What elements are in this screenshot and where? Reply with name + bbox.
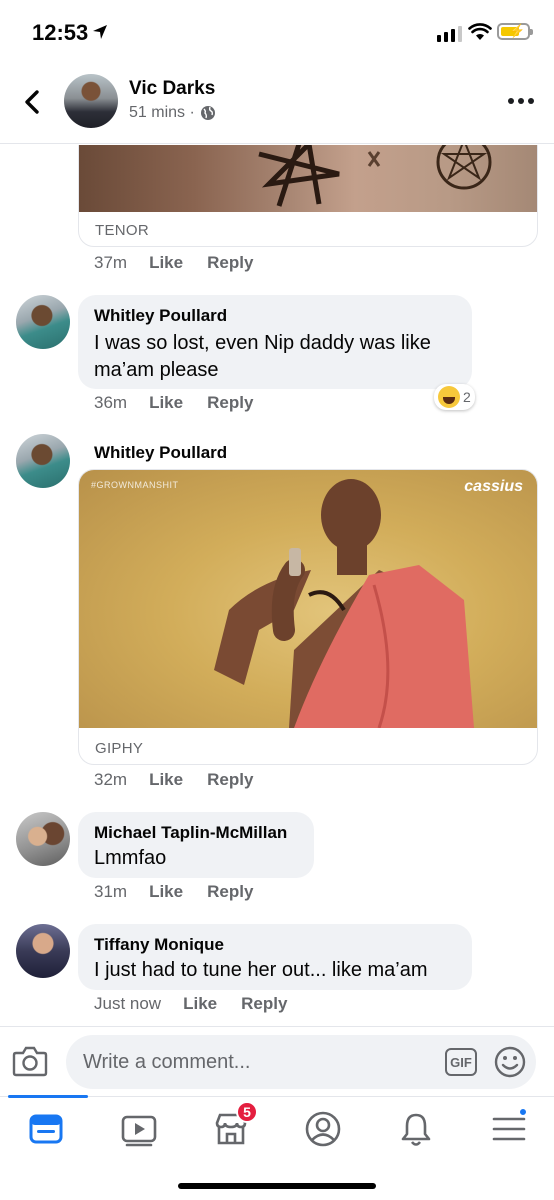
reply-button[interactable]: Reply: [241, 994, 287, 1014]
status-time: 12:53: [32, 20, 89, 45]
comment-bubble[interactable]: Michael Taplin-McMillan Lmmfao: [78, 812, 314, 878]
comment-time: 36m: [94, 393, 128, 412]
globe-icon: [200, 106, 215, 120]
comment-author[interactable]: Whitley Poullard: [94, 443, 227, 463]
reaction-count[interactable]: 2: [434, 384, 475, 410]
comment-composer: GIF: [0, 1026, 554, 1096]
post-meta: 51 mins ·: [129, 104, 216, 122]
emoji-icon[interactable]: [494, 1046, 526, 1078]
comment-time: 31m: [94, 882, 128, 901]
profile-icon[interactable]: [303, 1109, 343, 1149]
status-bar: 12:53 ⚡: [0, 0, 554, 62]
gif-source-label: TENOR: [95, 222, 149, 239]
giphy-gif-image[interactable]: #GROWNMANSHIT cassius: [79, 470, 537, 728]
back-arrow-icon[interactable]: [18, 84, 48, 120]
comment-actions: Just now Like Reply: [94, 994, 311, 1014]
watch-icon[interactable]: [119, 1109, 159, 1149]
like-button[interactable]: Like: [183, 994, 217, 1014]
comment-bubble[interactable]: Whitley Poullard I was so lost, even Nip…: [78, 295, 472, 389]
comment-actions: 36m Like Reply: [94, 393, 277, 413]
like-button[interactable]: Like: [149, 770, 183, 790]
wifi-icon: [468, 23, 492, 40]
haha-reaction-icon: [438, 386, 460, 408]
comment-author[interactable]: Whitley Poullard: [94, 305, 456, 327]
poster-avatar[interactable]: [64, 74, 118, 128]
reply-button[interactable]: Reply: [207, 393, 253, 413]
like-button[interactable]: Like: [149, 882, 183, 902]
tenor-gif-image[interactable]: [79, 145, 537, 212]
poster-name[interactable]: Vic Darks: [129, 78, 215, 100]
giphy-gif-card[interactable]: #GROWNMANSHIT cassius GIPHY: [78, 469, 538, 765]
comment-time: 37m: [94, 253, 128, 272]
notifications-bell-icon[interactable]: [396, 1109, 436, 1149]
comment-text: I just had to tune her out... like ma’am: [94, 959, 428, 981]
menu-notification-dot: [518, 1107, 528, 1117]
more-options-icon[interactable]: [508, 98, 534, 104]
comment-text: Lmmfao: [94, 847, 167, 869]
bottom-tab-bar: 5: [0, 1095, 554, 1200]
comment-time: Just now: [94, 994, 162, 1013]
comment-author[interactable]: Michael Taplin-McMillan: [94, 822, 298, 844]
pentagram-drawing: [258, 145, 492, 207]
comments-feed[interactable]: TENOR 37m Like Reply Whitley Poullard I …: [0, 145, 554, 1025]
man-in-toga-drawing: [214, 479, 474, 728]
location-arrow-icon: [93, 25, 107, 39]
gif-button[interactable]: GIF: [445, 1048, 477, 1076]
comment-bubble[interactable]: Tiffany Monique I just had to tune her o…: [78, 924, 472, 990]
post-header: Vic Darks 51 mins ·: [0, 62, 554, 144]
comment-actions: 37m Like Reply: [94, 253, 277, 273]
news-feed-icon[interactable]: [26, 1109, 66, 1149]
tenor-gif-card[interactable]: TENOR: [78, 145, 538, 247]
reply-button[interactable]: Reply: [207, 770, 253, 790]
reply-button[interactable]: Reply: [207, 253, 253, 273]
camera-icon[interactable]: [12, 1044, 48, 1078]
reply-button[interactable]: Reply: [207, 882, 253, 902]
comment-actions: 32m Like Reply: [94, 770, 277, 790]
marketplace-badge: 5: [236, 1101, 258, 1123]
avatar[interactable]: [16, 434, 70, 488]
comment-author[interactable]: Tiffany Monique: [94, 934, 456, 956]
avatar[interactable]: [16, 295, 70, 349]
post-time: 51 mins ·: [129, 104, 195, 121]
cellular-signal-icon: [437, 26, 462, 42]
avatar[interactable]: [16, 924, 70, 978]
gif-source-label: GIPHY: [95, 740, 144, 757]
comment-text: I was so lost, even Nip daddy was like m…: [94, 332, 431, 381]
like-button[interactable]: Like: [149, 253, 183, 273]
comment-actions: 31m Like Reply: [94, 882, 277, 902]
avatar[interactable]: [16, 812, 70, 866]
comment-time: 32m: [94, 770, 128, 789]
battery-icon: ⚡: [497, 23, 533, 40]
active-tab-indicator: [8, 1095, 88, 1098]
like-button[interactable]: Like: [149, 393, 183, 413]
home-indicator[interactable]: [178, 1183, 376, 1189]
